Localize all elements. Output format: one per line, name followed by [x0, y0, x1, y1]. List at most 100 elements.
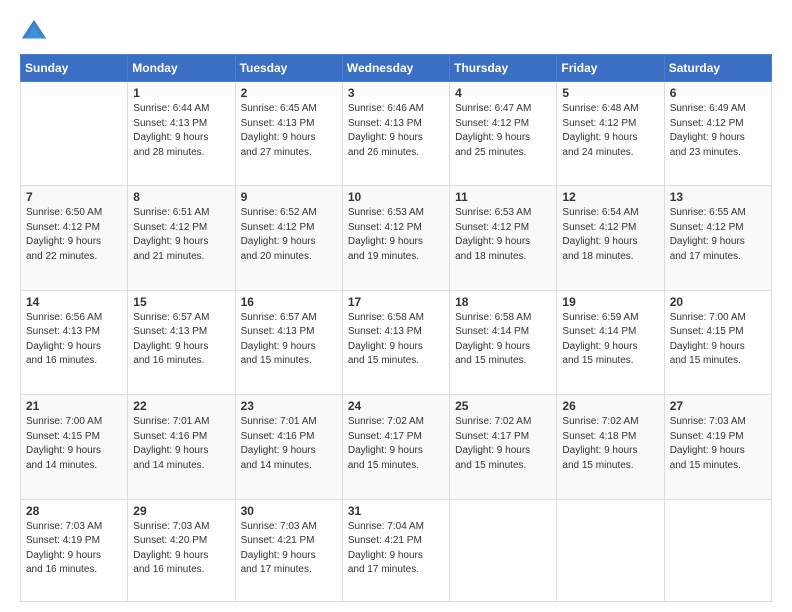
calendar-cell — [557, 499, 664, 601]
day-number: 25 — [455, 399, 551, 413]
day-number: 21 — [26, 399, 122, 413]
calendar-table: SundayMondayTuesdayWednesdayThursdayFrid… — [20, 54, 772, 602]
calendar-cell — [21, 82, 128, 186]
calendar-cell: 28 Sunrise: 7:03 AM Sunset: 4:19 PM Dayli… — [21, 499, 128, 601]
day-info: Sunrise: 6:55 AM Sunset: 4:12 PM Dayligh… — [670, 206, 766, 264]
calendar-header-sunday: Sunday — [21, 55, 128, 82]
calendar-cell: 9 Sunrise: 6:52 AM Sunset: 4:12 PM Daylig… — [235, 186, 342, 290]
calendar-cell — [450, 499, 557, 601]
day-info: Sunrise: 6:59 AM Sunset: 4:14 PM Dayligh… — [562, 311, 658, 369]
day-number: 11 — [455, 190, 551, 204]
day-number: 17 — [348, 295, 444, 309]
day-info: Sunrise: 6:58 AM Sunset: 4:14 PM Dayligh… — [455, 311, 551, 369]
calendar-header-monday: Monday — [128, 55, 235, 82]
calendar-cell: 12 Sunrise: 6:54 AM Sunset: 4:12 PM Dayli… — [557, 186, 664, 290]
calendar-cell: 10Sunrise: 6:53 AM Sunset: 4:12 PM Dayli… — [342, 186, 449, 290]
day-info: Sunrise: 6:44 AM Sunset: 4:13 PM Dayligh… — [133, 102, 229, 160]
calendar-cell: 20 Sunrise: 7:00 AM Sunset: 4:15 PM Dayli… — [664, 290, 771, 394]
day-number: 4 — [455, 86, 551, 100]
day-info: Sunrise: 7:03 AM Sunset: 4:21 PM Dayligh… — [241, 520, 337, 578]
calendar-cell: 26Sunrise: 7:02 AM Sunset: 4:18 PM Dayli… — [557, 395, 664, 499]
day-info: Sunrise: 6:58 AM Sunset: 4:13 PM Dayligh… — [348, 311, 444, 369]
calendar-cell: 30 Sunrise: 7:03 AM Sunset: 4:21 PM Dayli… — [235, 499, 342, 601]
day-info: Sunrise: 6:48 AM Sunset: 4:12 PM Dayligh… — [562, 102, 658, 160]
day-number: 24 — [348, 399, 444, 413]
logo-icon — [20, 18, 48, 46]
calendar-cell: 14 Sunrise: 6:56 AM Sunset: 4:13 PM Dayli… — [21, 290, 128, 394]
day-number: 18 — [455, 295, 551, 309]
day-info: Sunrise: 6:52 AM Sunset: 4:12 PM Dayligh… — [241, 206, 337, 264]
day-info: Sunrise: 7:00 AM Sunset: 4:15 PM Dayligh… — [670, 311, 766, 369]
calendar-cell: 18 Sunrise: 6:58 AM Sunset: 4:14 PM Dayli… — [450, 290, 557, 394]
calendar-cell: 27 Sunrise: 7:03 AM Sunset: 4:19 PM Dayli… — [664, 395, 771, 499]
day-number: 14 — [26, 295, 122, 309]
calendar-header-row: SundayMondayTuesdayWednesdayThursdayFrid… — [21, 55, 772, 82]
day-number: 3 — [348, 86, 444, 100]
day-number: 22 — [133, 399, 229, 413]
calendar-cell: 7 Sunrise: 6:50 AM Sunset: 4:12 PM Daylig… — [21, 186, 128, 290]
day-info: Sunrise: 6:47 AM Sunset: 4:12 PM Dayligh… — [455, 102, 551, 160]
day-info: Sunrise: 7:03 AM Sunset: 4:19 PM Dayligh… — [670, 415, 766, 473]
calendar-header-friday: Friday — [557, 55, 664, 82]
day-number: 28 — [26, 504, 122, 518]
day-info: Sunrise: 6:56 AM Sunset: 4:13 PM Dayligh… — [26, 311, 122, 369]
calendar-cell: 25 Sunrise: 7:02 AM Sunset: 4:17 PM Dayli… — [450, 395, 557, 499]
day-number: 9 — [241, 190, 337, 204]
calendar-week-row: 7 Sunrise: 6:50 AM Sunset: 4:12 PM Daylig… — [21, 186, 772, 290]
logo — [20, 18, 52, 46]
day-info: Sunrise: 6:46 AM Sunset: 4:13 PM Dayligh… — [348, 102, 444, 160]
calendar-cell: 2Sunrise: 6:45 AM Sunset: 4:13 PM Daylig… — [235, 82, 342, 186]
day-number: 7 — [26, 190, 122, 204]
day-info: Sunrise: 7:01 AM Sunset: 4:16 PM Dayligh… — [133, 415, 229, 473]
header — [20, 18, 772, 46]
day-info: Sunrise: 7:02 AM Sunset: 4:17 PM Dayligh… — [455, 415, 551, 473]
day-number: 2 — [241, 86, 337, 100]
day-number: 1 — [133, 86, 229, 100]
calendar-cell: 6 Sunrise: 6:49 AM Sunset: 4:12 PM Daylig… — [664, 82, 771, 186]
calendar-cell: 24 Sunrise: 7:02 AM Sunset: 4:17 PM Dayli… — [342, 395, 449, 499]
calendar-cell: 15 Sunrise: 6:57 AM Sunset: 4:13 PM Dayli… — [128, 290, 235, 394]
calendar-cell: 11Sunrise: 6:53 AM Sunset: 4:12 PM Dayli… — [450, 186, 557, 290]
calendar-cell — [664, 499, 771, 601]
day-number: 27 — [670, 399, 766, 413]
calendar-cell: 5 Sunrise: 6:48 AM Sunset: 4:12 PM Daylig… — [557, 82, 664, 186]
calendar-week-row: 28 Sunrise: 7:03 AM Sunset: 4:19 PM Dayli… — [21, 499, 772, 601]
day-info: Sunrise: 6:54 AM Sunset: 4:12 PM Dayligh… — [562, 206, 658, 264]
calendar-week-row: 14 Sunrise: 6:56 AM Sunset: 4:13 PM Dayli… — [21, 290, 772, 394]
day-number: 19 — [562, 295, 658, 309]
calendar-week-row: 21Sunrise: 7:00 AM Sunset: 4:15 PM Dayli… — [21, 395, 772, 499]
day-number: 16 — [241, 295, 337, 309]
day-number: 12 — [562, 190, 658, 204]
day-info: Sunrise: 6:57 AM Sunset: 4:13 PM Dayligh… — [241, 311, 337, 369]
day-number: 23 — [241, 399, 337, 413]
day-number: 20 — [670, 295, 766, 309]
calendar-header-saturday: Saturday — [664, 55, 771, 82]
calendar-cell: 13Sunrise: 6:55 AM Sunset: 4:12 PM Dayli… — [664, 186, 771, 290]
day-info: Sunrise: 7:02 AM Sunset: 4:17 PM Dayligh… — [348, 415, 444, 473]
day-info: Sunrise: 6:50 AM Sunset: 4:12 PM Dayligh… — [26, 206, 122, 264]
day-info: Sunrise: 6:49 AM Sunset: 4:12 PM Dayligh… — [670, 102, 766, 160]
day-number: 30 — [241, 504, 337, 518]
day-info: Sunrise: 7:03 AM Sunset: 4:20 PM Dayligh… — [133, 520, 229, 578]
calendar-cell: 8Sunrise: 6:51 AM Sunset: 4:12 PM Daylig… — [128, 186, 235, 290]
calendar-header-thursday: Thursday — [450, 55, 557, 82]
day-info: Sunrise: 7:03 AM Sunset: 4:19 PM Dayligh… — [26, 520, 122, 578]
day-info: Sunrise: 7:01 AM Sunset: 4:16 PM Dayligh… — [241, 415, 337, 473]
day-info: Sunrise: 7:02 AM Sunset: 4:18 PM Dayligh… — [562, 415, 658, 473]
day-number: 15 — [133, 295, 229, 309]
calendar-cell: 1 Sunrise: 6:44 AM Sunset: 4:13 PM Daylig… — [128, 82, 235, 186]
day-info: Sunrise: 7:04 AM Sunset: 4:21 PM Dayligh… — [348, 520, 444, 578]
day-number: 5 — [562, 86, 658, 100]
day-number: 10 — [348, 190, 444, 204]
day-info: Sunrise: 6:51 AM Sunset: 4:12 PM Dayligh… — [133, 206, 229, 264]
page: SundayMondayTuesdayWednesdayThursdayFrid… — [0, 0, 792, 612]
calendar-week-row: 1 Sunrise: 6:44 AM Sunset: 4:13 PM Daylig… — [21, 82, 772, 186]
day-number: 6 — [670, 86, 766, 100]
day-info: Sunrise: 6:57 AM Sunset: 4:13 PM Dayligh… — [133, 311, 229, 369]
calendar-cell: 29 Sunrise: 7:03 AM Sunset: 4:20 PM Dayli… — [128, 499, 235, 601]
calendar-cell: 4 Sunrise: 6:47 AM Sunset: 4:12 PM Daylig… — [450, 82, 557, 186]
day-number: 29 — [133, 504, 229, 518]
day-number: 31 — [348, 504, 444, 518]
calendar-cell: 17 Sunrise: 6:58 AM Sunset: 4:13 PM Dayli… — [342, 290, 449, 394]
calendar-header-wednesday: Wednesday — [342, 55, 449, 82]
